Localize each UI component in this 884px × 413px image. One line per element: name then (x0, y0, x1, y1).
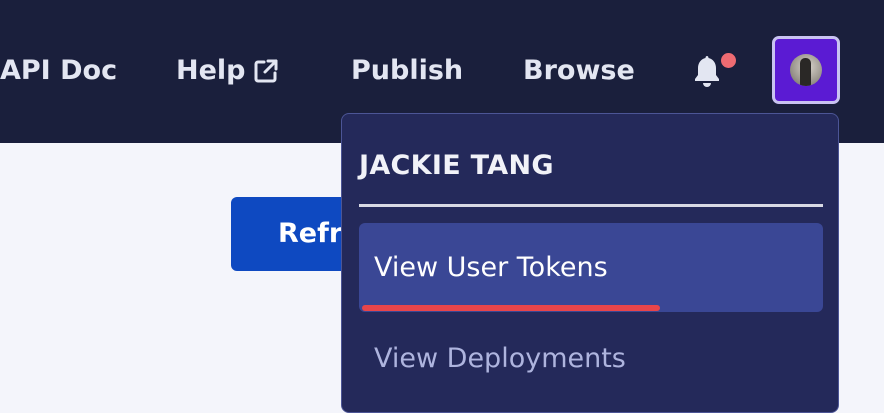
nav-link-publish[interactable]: Publish (351, 52, 463, 90)
menu-item-view-deployments[interactable]: View Deployments (359, 314, 823, 403)
menu-divider (359, 204, 823, 207)
avatar (790, 54, 822, 86)
annotation-underline (362, 305, 660, 311)
nav-link-browse[interactable]: Browse (523, 52, 635, 90)
user-name-heading: JACKIE TANG (359, 150, 554, 181)
notification-dot (721, 53, 736, 68)
external-link-icon[interactable] (253, 58, 279, 84)
nav-link-api-doc[interactable]: API Doc (0, 52, 117, 90)
user-dropdown-menu: JACKIE TANG View User Tokens View Deploy… (341, 113, 839, 413)
menu-item-view-user-tokens[interactable]: View User Tokens (359, 223, 823, 312)
avatar-figure (800, 58, 811, 86)
user-avatar-button[interactable] (772, 36, 840, 104)
nav-link-help[interactable]: Help (176, 52, 246, 90)
bell-icon[interactable] (692, 54, 722, 88)
